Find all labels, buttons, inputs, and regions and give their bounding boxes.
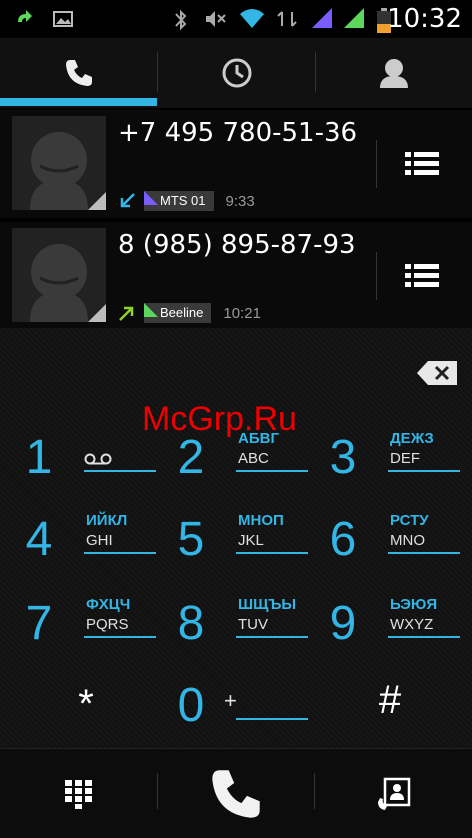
- key-underline: [236, 552, 308, 554]
- key-digit: 9: [329, 597, 357, 650]
- tab-contacts[interactable]: [316, 38, 472, 108]
- key-digit: 3: [329, 431, 357, 484]
- key-2[interactable]: 2 АБВГ ABC: [166, 428, 316, 508]
- mute-icon: [206, 11, 226, 27]
- key-hash[interactable]: #: [350, 670, 430, 730]
- key-digit: 0: [177, 679, 205, 732]
- call-log-item[interactable]: 8 (985) 895-87-93 Beeline 10:21: [0, 222, 472, 330]
- key-letters-cyr: ШЩЪЫ: [238, 596, 297, 613]
- sim-label: MTS 01: [160, 193, 206, 208]
- contacts-icon: [380, 59, 408, 88]
- call-details-button[interactable]: [392, 146, 452, 182]
- tab-call-log[interactable]: [158, 38, 315, 108]
- key-underline: [236, 718, 308, 720]
- avatar: [12, 228, 106, 322]
- signal-sim1-icon: [312, 8, 332, 28]
- key-letters-cyr: МНОП: [238, 512, 284, 529]
- key-letters-cyr: ЬЭЮЯ: [390, 596, 438, 613]
- key-letters-cyr: АБВГ: [238, 430, 279, 447]
- key-letters-cyr: ФХЦЧ: [86, 596, 131, 613]
- key-underline: [388, 470, 460, 472]
- call-number: 8 (985) 895-87-93: [118, 230, 356, 260]
- key-underline: [236, 470, 308, 472]
- dialpad-icon: [64, 780, 92, 809]
- key-9[interactable]: 9 ЬЭЮЯ WXYZ: [318, 594, 468, 674]
- contact-card-icon: [377, 777, 410, 810]
- add-contact-button[interactable]: [315, 749, 472, 838]
- call-time: 10:21: [223, 304, 261, 322]
- key-underline: [388, 552, 460, 554]
- key-8[interactable]: 8 ШЩЪЫ TUV: [166, 594, 316, 674]
- phone-icon: [65, 60, 92, 86]
- item-divider: [376, 252, 377, 300]
- key-letters-cyr: РСТУ: [390, 512, 429, 529]
- key-7[interactable]: 7 ФХЦЧ PQRS: [14, 594, 164, 674]
- call-forward-icon: [18, 10, 32, 22]
- key-digit: 5: [177, 513, 205, 566]
- avatar: [12, 116, 106, 210]
- backspace-button[interactable]: [416, 360, 458, 386]
- wifi-icon: [240, 9, 264, 28]
- key-4[interactable]: 4 ИЙКЛ GHI: [14, 510, 164, 590]
- call-meta: MTS 01 9:33: [118, 190, 255, 212]
- key-letters-lat: GHI: [86, 532, 113, 549]
- list-icon: [405, 264, 439, 287]
- key-letters-lat: +: [224, 688, 237, 713]
- voicemail-icon: [84, 453, 112, 465]
- key-underline: [84, 552, 156, 554]
- list-icon: [405, 152, 439, 175]
- key-letters-lat: DEF: [390, 450, 420, 467]
- bottom-action-bar: [0, 748, 472, 838]
- call-log-item[interactable]: +7 495 780-51-36 MTS 01 9:33: [0, 110, 472, 218]
- key-letters-cyr: ИЙКЛ: [86, 512, 128, 529]
- key-digit: 1: [25, 431, 53, 484]
- key-underline: [84, 636, 156, 638]
- key-letters-lat: JKL: [238, 532, 264, 549]
- active-tab-indicator: [0, 98, 157, 106]
- key-letters-lat: WXYZ: [390, 616, 434, 633]
- data-sync-icon: [277, 11, 297, 27]
- key-0[interactable]: 0 +: [166, 676, 316, 756]
- call-time: 9:33: [225, 192, 255, 210]
- key-star[interactable]: *: [46, 674, 126, 734]
- sim-badge: Beeline: [144, 303, 212, 323]
- key-digit: 2: [177, 431, 205, 484]
- key-3[interactable]: 3 ДЕЖЗ DEF: [318, 428, 468, 508]
- key-underline: [388, 636, 460, 638]
- clock-icon: [222, 58, 251, 88]
- key-digit: 8: [177, 597, 205, 650]
- key-letters-lat: TUV: [238, 616, 268, 633]
- sim-label: Beeline: [160, 305, 204, 320]
- call-details-button[interactable]: [392, 258, 452, 294]
- dialpad-toggle-button[interactable]: [0, 749, 157, 838]
- key-underline: [236, 636, 308, 638]
- outgoing-call-icon: [119, 306, 134, 321]
- call-number: +7 495 780-51-36: [118, 118, 358, 148]
- clock: 10:32: [387, 4, 462, 34]
- key-letters-lat: ABC: [238, 450, 269, 467]
- key-digit: 7: [25, 597, 53, 650]
- item-divider: [376, 140, 377, 188]
- key-5[interactable]: 5 МНОП JKL: [166, 510, 316, 590]
- image-icon: [53, 11, 73, 27]
- key-letters-cyr: ДЕЖЗ: [390, 430, 434, 447]
- key-6[interactable]: 6 РСТУ MNO: [318, 510, 468, 590]
- call-button[interactable]: [158, 749, 314, 838]
- key-1[interactable]: 1: [14, 428, 164, 508]
- key-underline: [84, 470, 156, 472]
- status-bar: 10:32: [0, 0, 472, 38]
- phone-icon: [212, 770, 260, 818]
- sim-badge: MTS 01: [144, 191, 214, 211]
- call-meta: Beeline 10:21: [118, 302, 261, 324]
- key-letters-lat: MNO: [390, 532, 425, 549]
- signal-sim2-icon: [344, 8, 364, 28]
- key-digit: 6: [329, 513, 357, 566]
- incoming-call-icon: [120, 193, 135, 208]
- key-letters-lat: PQRS: [86, 616, 129, 633]
- key-digit: 4: [25, 513, 53, 566]
- bluetooth-icon: [175, 9, 187, 31]
